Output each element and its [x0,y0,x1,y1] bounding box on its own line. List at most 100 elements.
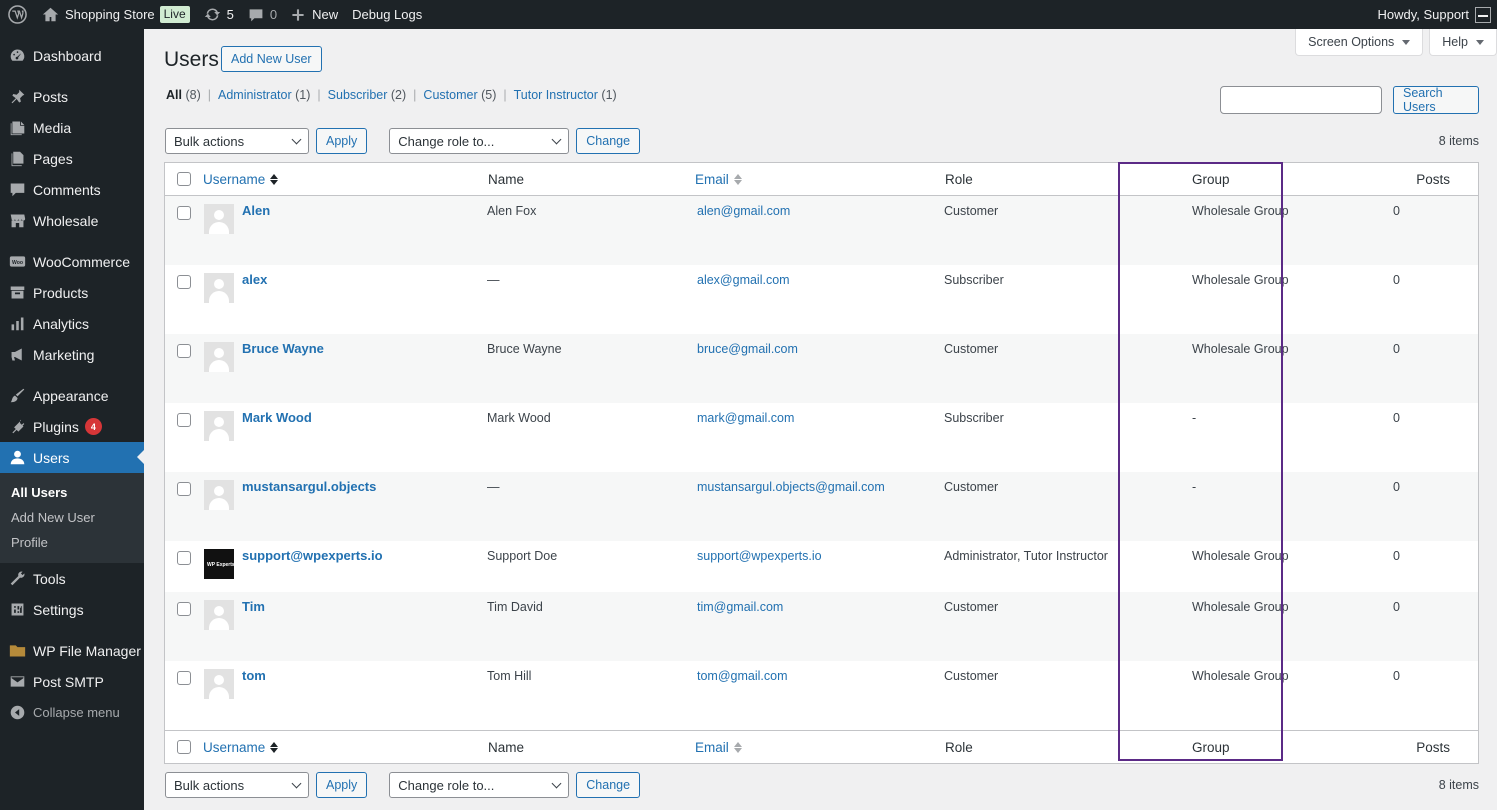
email-link[interactable]: mustansargul.objects@gmail.com [697,480,885,494]
sidebar-item-pages[interactable]: Pages [0,143,144,174]
filter-label[interactable]: Administrator [218,88,292,102]
username-link[interactable]: Mark Wood [242,410,312,425]
filter-label[interactable]: Subscriber [328,88,388,102]
page-title: Users [164,48,219,71]
new-content-link[interactable]: New [284,0,345,29]
email-link[interactable]: support@wpexperts.io [697,549,822,563]
email-link[interactable]: mark@gmail.com [697,411,794,425]
filter-label: All [166,88,182,102]
row-checkbox[interactable] [176,344,191,358]
email-header[interactable]: Email [695,740,729,755]
filter-tutor-instructor[interactable]: Tutor Instructor (1) [514,88,617,102]
sidebar-item-plugins[interactable]: Plugins 4 [0,411,144,442]
row-checkbox[interactable] [176,671,191,685]
submenu-item-all-users[interactable]: All Users [0,480,144,505]
sidebar-item-wholesale[interactable]: Wholesale [0,205,144,236]
column-email[interactable]: Email [695,172,944,187]
sidebar-item-appearance[interactable]: Appearance [0,380,144,411]
sidebar-item-wp-file-manager[interactable]: WP File Manager [0,635,144,666]
filter-subscriber[interactable]: Subscriber (2) [328,88,407,102]
collapse-menu-button[interactable]: Collapse menu [0,697,144,728]
sidebar-item-tools[interactable]: Tools [0,563,144,594]
sort-icon [270,741,279,753]
sidebar-item-woocommerce[interactable]: Woo WooCommerce [0,246,144,277]
apply-button[interactable]: Apply [316,128,368,154]
username-header[interactable]: Username [203,740,265,755]
column-email[interactable]: Email [695,740,944,755]
plug-icon-wrap [8,418,26,436]
comments-link[interactable]: 0 [241,0,284,29]
sidebar-item-post-smtp[interactable]: Post SMTP [0,666,144,697]
username-link[interactable]: Alen [242,203,270,218]
email-header[interactable]: Email [695,172,729,187]
name-cell: Tim David [487,600,543,614]
sidebar-item-media[interactable]: Media [0,112,144,143]
dashboard-icon-wrap [8,47,26,65]
change-role-select[interactable]: Change role to... [389,772,570,798]
select-all-checkbox[interactable] [176,172,191,186]
submenu-item-profile[interactable]: Profile [0,530,144,555]
change-button[interactable]: Change [576,128,641,154]
bulk-actions-select[interactable]: Bulk actions [165,128,309,154]
column-username[interactable]: Username [202,740,450,755]
search-users-button[interactable]: Search Users [1393,86,1479,114]
username-link[interactable]: Bruce Wayne [242,341,324,356]
bulk-actions-select[interactable]: Bulk actions [165,772,309,798]
row-checkbox[interactable] [176,482,191,496]
submenu-item-add-new-user[interactable]: Add New User [0,505,144,530]
filter-all[interactable]: All (8) [166,88,201,102]
filter-customer[interactable]: Customer (5) [423,88,496,102]
column-username[interactable]: Username [202,172,450,187]
sidebar-item-label: Comments [33,181,101,198]
username-link[interactable]: support@wpexperts.io [242,548,383,563]
row-checkbox[interactable] [176,275,191,289]
collapse-icon [8,704,26,722]
change-button[interactable]: Change [576,772,641,798]
username-link[interactable]: alex [242,272,267,287]
apply-button[interactable]: Apply [316,772,368,798]
username-link[interactable]: mustansargul.objects [242,479,376,494]
help-button[interactable]: Help [1429,29,1497,56]
row-checkbox[interactable] [176,602,191,616]
email-link[interactable]: tim@gmail.com [697,600,783,614]
filter-label[interactable]: Tutor Instructor [514,88,598,102]
sidebar-item-analytics[interactable]: Analytics [0,308,144,339]
debug-logs-link[interactable]: Debug Logs [345,0,429,29]
add-new-user-button[interactable]: Add New User [221,46,322,72]
sidebar-item-marketing[interactable]: Marketing [0,339,144,370]
account-menu[interactable]: Howdy, Support [1377,0,1491,29]
group-cell: Wholesale Group [1192,204,1289,218]
bar-chart-icon-wrap [8,315,26,333]
username-link[interactable]: tom [242,668,266,683]
select-all-checkbox[interactable] [176,740,191,754]
email-link[interactable]: alen@gmail.com [697,204,790,218]
filter-label[interactable]: Customer [423,88,477,102]
updates-link[interactable]: 5 [197,0,241,29]
sidebar-item-users[interactable]: Users [0,442,144,473]
updates-count: 5 [226,7,234,22]
table-row: tom Tom Hill tom@gmail.com Customer Wholesal… [165,661,1478,730]
sidebar-item-dashboard[interactable]: Dashboard [0,40,144,71]
row-checkbox[interactable] [176,206,191,220]
sidebar-item-settings[interactable]: Settings [0,594,144,625]
sidebar-item-products[interactable]: Products [0,277,144,308]
archive-icon [10,286,24,299]
role-cell: Customer [944,342,999,356]
row-checkbox[interactable] [176,551,191,565]
sidebar-item-posts[interactable]: Posts [0,81,144,112]
pin-icon-wrap [8,88,26,106]
search-input[interactable] [1220,86,1382,114]
email-link[interactable]: bruce@gmail.com [697,342,798,356]
username-header[interactable]: Username [203,172,265,187]
pin-icon [11,89,24,104]
email-link[interactable]: alex@gmail.com [697,273,790,287]
sidebar-item-comments[interactable]: Comments [0,174,144,205]
filter-administrator[interactable]: Administrator (1) [218,88,310,102]
change-role-select[interactable]: Change role to... [389,128,570,154]
screen-options-button[interactable]: Screen Options [1295,29,1424,56]
username-link[interactable]: Tim [242,599,265,614]
row-checkbox[interactable] [176,413,191,427]
email-link[interactable]: tom@gmail.com [697,669,788,683]
wordpress-logo-icon[interactable] [0,0,35,29]
site-name-link[interactable]: Shopping Store Live [35,0,197,29]
